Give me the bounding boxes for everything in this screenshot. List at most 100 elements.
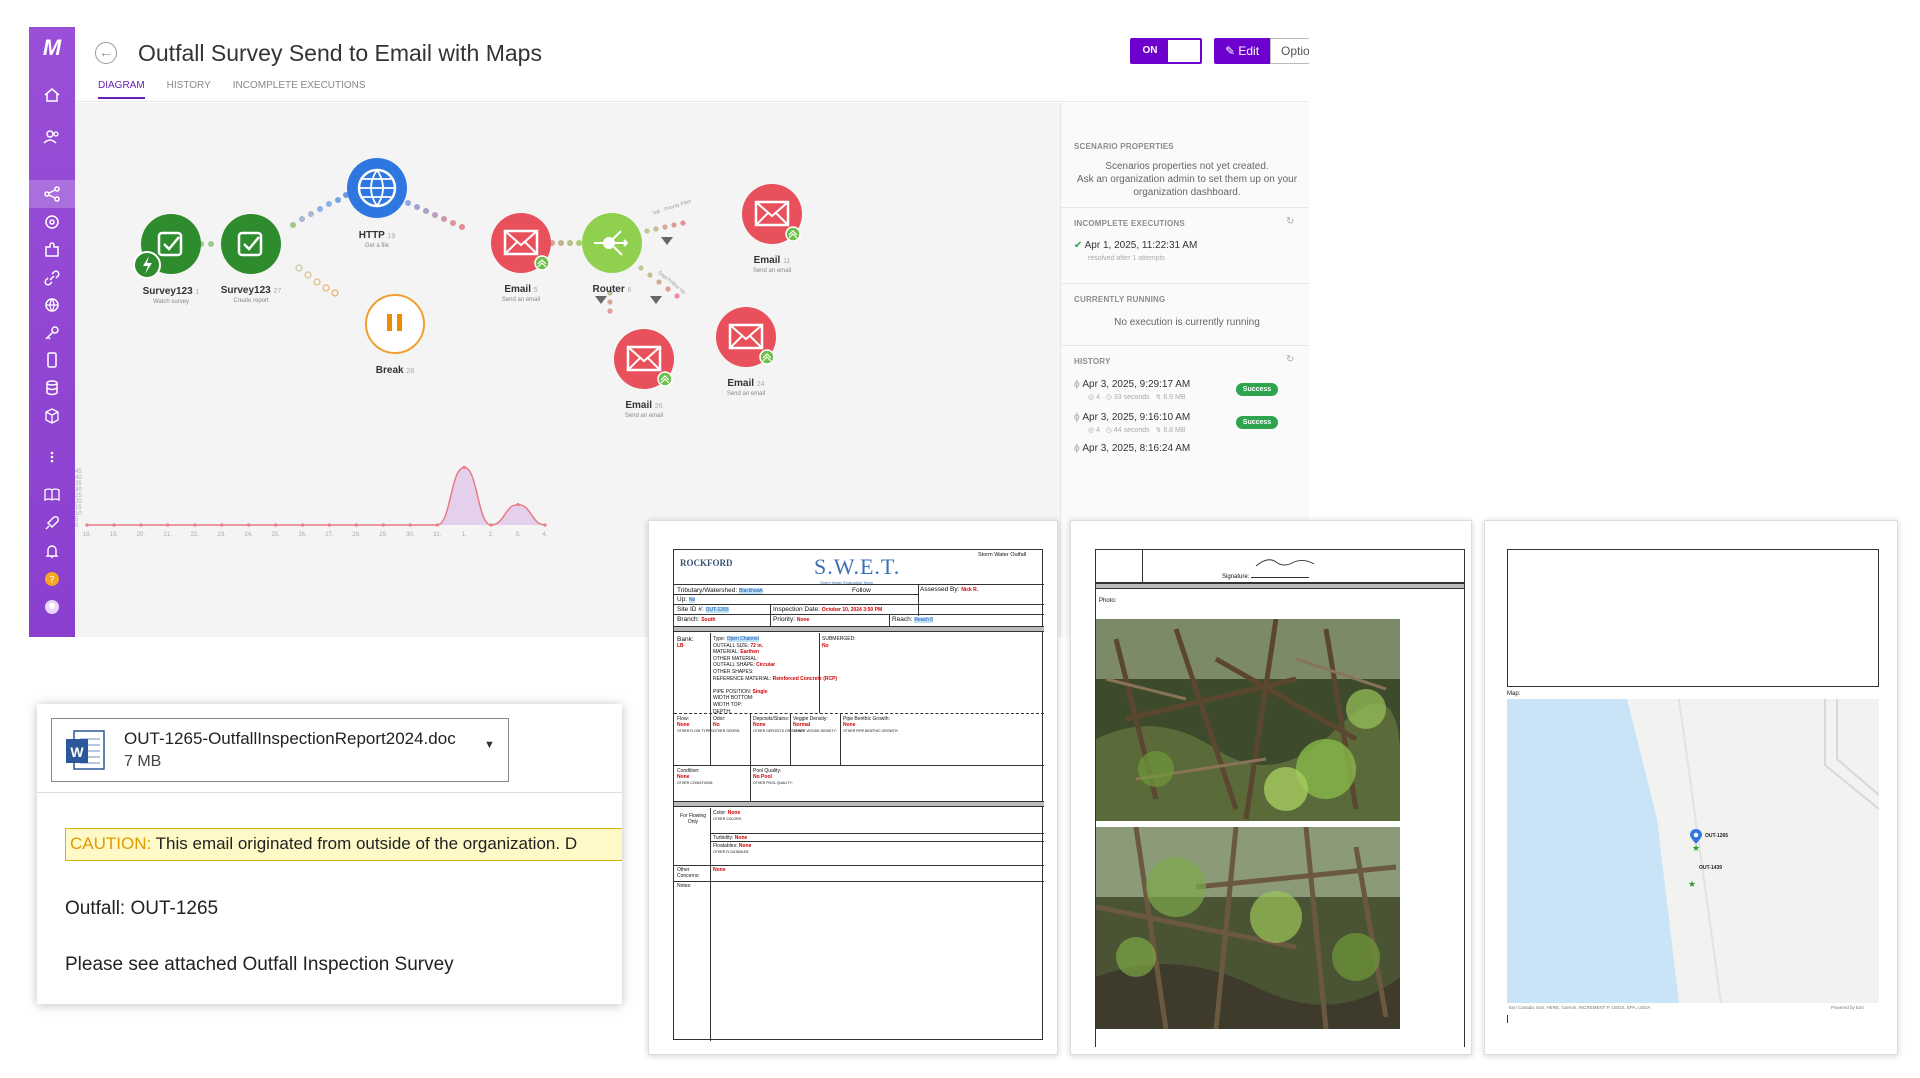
chart-point [220, 523, 224, 527]
form-section-bar [674, 626, 1044, 632]
field-label: WIDTH BOTTOM: [713, 695, 754, 702]
pool-field: Pool Quality: No Pool OTHER POOL QUALITY: [753, 768, 793, 786]
incomplete-execution-date: Apr 1, 2025, 11:22:31 AM [1084, 240, 1198, 251]
scenario-properties-text: Scenarios properties not yet created. [1105, 161, 1269, 172]
attachment-size: 7 MB [124, 753, 162, 770]
field-value: No [688, 597, 696, 603]
history-ops: 4 [1096, 394, 1100, 401]
site-id: Site ID #: OUT-1265 [677, 606, 729, 613]
whats-new-rocket-icon[interactable] [42, 513, 62, 533]
chart-area-fill [87, 467, 545, 525]
edit-button[interactable]: ✎ Edit [1214, 38, 1270, 64]
history-date: Apr 3, 2025, 8:16:24 AM [1082, 443, 1191, 454]
chart-point [462, 465, 466, 469]
data-stores-icon[interactable] [42, 378, 62, 398]
back-arrow-icon[interactable]: ← [95, 42, 117, 64]
keys-icon[interactable] [42, 323, 62, 343]
status-badge: Success [1236, 383, 1278, 396]
rockford-logo: ROCKFORD [680, 558, 733, 568]
currently-running-heading: CURRENTLY RUNNING [1074, 295, 1166, 304]
scenario-header: ← Outfall Survey Send to Email with Maps… [75, 27, 1309, 102]
divider [1061, 207, 1309, 208]
outfall-details: Type: Open Channel OUTFALL SIZE: 72 in. … [713, 636, 837, 715]
field-label: Inspection Date: [773, 606, 820, 613]
scheduling-toggle[interactable]: ON [1130, 38, 1202, 64]
field-value: Reinforced Concrete (RCP) [772, 675, 838, 682]
notifications-bell-icon[interactable] [42, 541, 62, 561]
tab-incomplete-executions[interactable]: INCOMPLETE EXECUTIONS [233, 80, 366, 99]
tab-diagram[interactable]: DIAGRAM [98, 80, 145, 99]
make-logo[interactable]: M [35, 35, 69, 61]
chart-point [166, 523, 170, 527]
more-dots-icon[interactable] [42, 447, 62, 467]
tab-history[interactable]: HISTORY [167, 80, 211, 99]
connections-link-icon[interactable] [42, 268, 62, 288]
devices-phone-icon[interactable] [42, 350, 62, 370]
assessed-by: Assessed By: Nick R. [920, 586, 978, 593]
attachment-filename: OUT-1265-OutfallInspectionReport2024.doc [124, 729, 456, 748]
field-label: OTHER COLORS: [713, 817, 742, 821]
x-tick-label: 29. [379, 532, 388, 538]
history-row[interactable]: ϕ Apr 3, 2025, 9:16:10 AM [1074, 412, 1190, 423]
home-icon[interactable] [42, 85, 62, 105]
templates-icon[interactable] [42, 212, 62, 232]
y-tick-label: 0 [75, 523, 79, 529]
star-marker-icon[interactable]: ★ [1692, 843, 1700, 854]
field-value: Single [752, 688, 768, 695]
refresh-icon[interactable]: ↻ [1286, 216, 1294, 227]
history-size: 6.8 MB [1163, 427, 1186, 434]
incomplete-executions-heading: INCOMPLETE EXECUTIONS [1074, 219, 1185, 228]
share-scenarios-icon[interactable] [42, 184, 62, 204]
field-value: 72 in. [750, 642, 764, 649]
x-tick-label: 19. [110, 532, 119, 538]
help-icon[interactable]: ? [42, 569, 62, 589]
field-label: Floatables: [713, 843, 738, 849]
apps-puzzle-icon[interactable] [42, 240, 62, 260]
chart-point [112, 523, 116, 527]
field-label: WIDTH TOP: [713, 701, 743, 708]
swet-logo: S.W.E.T. [814, 554, 901, 579]
team-icon[interactable] [42, 127, 62, 147]
caution-label: CAUTION: [70, 834, 152, 853]
caution-text: This email originated from outside of th… [151, 834, 578, 853]
form-line [710, 633, 711, 713]
history-row[interactable]: ϕ Apr 3, 2025, 9:29:17 AM [1074, 379, 1190, 390]
history-row[interactable]: ϕ Apr 3, 2025, 8:16:24 AM [1074, 443, 1190, 454]
chevron-down-icon[interactable]: ▼ [484, 739, 495, 751]
chart-point [354, 523, 359, 527]
report-page-3: Map: ★ ★ OUT-1265 OUT-1439 Esri Canada, … [1484, 520, 1898, 1055]
chart-point [273, 523, 278, 527]
email-attachment[interactable]: W OUT-1265-OutfallInspectionReport2024.d… [51, 718, 509, 782]
chart-point [543, 523, 547, 527]
field-label: OTHER CONDITIONS: [677, 781, 714, 785]
form-line [710, 841, 1044, 842]
options-dropdown[interactable]: Options▼ [1270, 38, 1309, 64]
chart-point [381, 523, 385, 527]
field-label: Color: [713, 810, 727, 816]
field-value: South [701, 617, 716, 623]
user-avatar-icon[interactable] [42, 597, 62, 617]
incomplete-execution-row[interactable]: ✔ Apr 1, 2025, 11:22:31 AM [1074, 240, 1197, 251]
form-line [750, 765, 751, 801]
field-value: None [677, 722, 690, 728]
form-line [918, 584, 919, 616]
outfall-location-map[interactable]: ★ ★ OUT-1265 OUT-1439 [1507, 699, 1879, 1003]
signature-label: Signature: [1222, 574, 1310, 580]
chart-point [247, 523, 251, 527]
x-tick-label: 28. [352, 532, 361, 538]
field-label: OTHER MATERIAL: [713, 655, 758, 662]
signature-underline [1251, 577, 1310, 578]
refresh-icon[interactable]: ↻ [1286, 354, 1294, 365]
field-label: OUTFALL SHAPE: [713, 662, 755, 669]
divider [37, 792, 622, 793]
lightning-icon: ϕ [1074, 412, 1080, 423]
photo-label: Photo: [1099, 598, 1117, 604]
chart-point [435, 523, 439, 527]
data-structures-cube-icon[interactable] [42, 406, 62, 426]
field-label: OTHER VEGGIE DENSITY: [793, 729, 837, 733]
form-header-right: Storm Water Outfall [978, 552, 1027, 558]
webhooks-globe-icon[interactable] [42, 295, 62, 315]
docs-book-icon[interactable] [42, 485, 62, 505]
star-marker-icon[interactable]: ★ [1688, 879, 1696, 890]
check-circle-icon: ✔ [1074, 240, 1083, 251]
